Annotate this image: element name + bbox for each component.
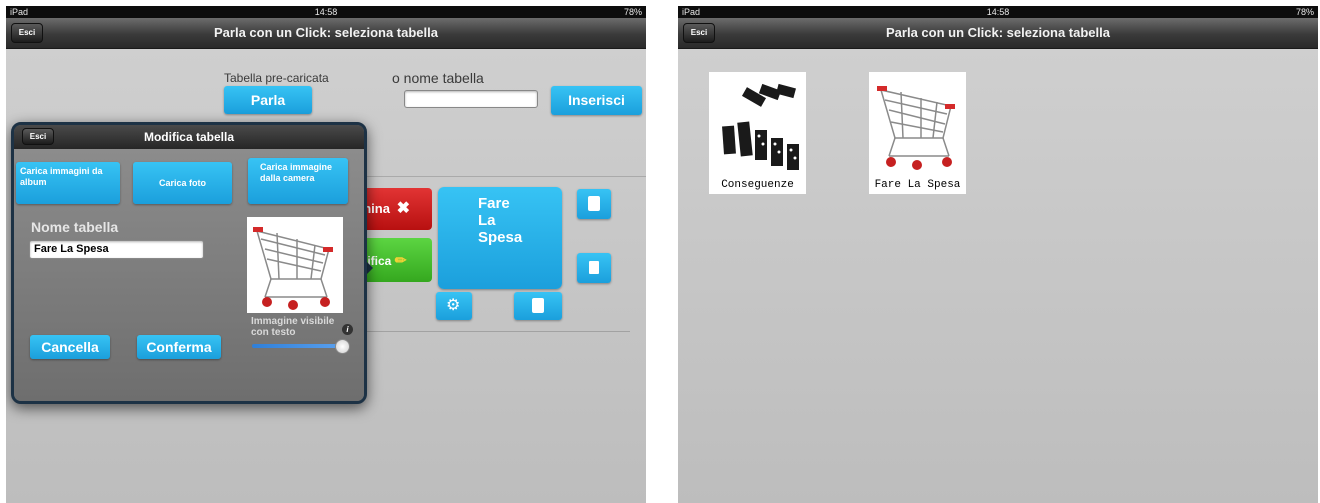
gears-icon: ⚙	[446, 297, 461, 314]
table-name-label: o nome tabella	[392, 70, 484, 86]
table-name-input[interactable]	[404, 90, 538, 108]
table-tile-fare-la-spesa[interactable]: Fare La Spesa	[869, 72, 966, 194]
slider-knob[interactable]	[335, 339, 350, 354]
table-tile-conseguenze[interactable]: Conseguenze	[709, 72, 806, 194]
contact-card-icon	[588, 196, 600, 211]
image-visible-label: Immagine visibile con testo	[251, 316, 335, 338]
person-icon	[532, 298, 544, 313]
load-photo-button[interactable]: Carica foto	[133, 162, 232, 204]
battery-level: 78%	[1295, 7, 1314, 17]
dominoes-icon	[709, 72, 806, 176]
user-card-button[interactable]	[577, 189, 611, 219]
cancel-button[interactable]: Cancella	[30, 335, 110, 359]
tile-label: Conseguenze	[709, 176, 806, 194]
shopping-cart-icon	[877, 86, 955, 170]
table-tile-text: Fare La Spesa	[478, 195, 523, 246]
table-tile-button[interactable]: Fare La Spesa	[438, 187, 562, 289]
image-visible-slider[interactable]	[252, 344, 342, 348]
popup-title: Modifica tabella	[143, 130, 235, 144]
nav-title: Parla con un Click: seleziona tabella	[886, 25, 1110, 40]
popup-body: Carica immagini da album Carica foto Car…	[14, 149, 364, 401]
profile-button[interactable]	[514, 292, 562, 320]
preloaded-table-label: Tabella pre-caricata	[224, 71, 329, 85]
nav-bar: Esci Parla con un Click: seleziona tabel…	[678, 18, 1318, 49]
copy-icon	[589, 261, 599, 274]
clock: 14:58	[986, 7, 1010, 17]
confirm-button[interactable]: Conferma	[137, 335, 221, 359]
divider	[346, 176, 646, 177]
nav-bar: Esci Parla con un Click: seleziona tabel…	[6, 18, 646, 49]
pencil-icon: ✏	[394, 252, 407, 268]
load-camera-button[interactable]: Carica immagine dalla camera	[248, 158, 348, 204]
status-bar: iPad 14:58 78%	[6, 6, 646, 18]
nav-title: Parla con un Click: seleziona tabella	[214, 25, 438, 40]
info-icon[interactable]: i	[342, 324, 353, 335]
popup-header: Esci Modifica tabella	[14, 125, 364, 149]
speak-button[interactable]: Parla	[224, 86, 312, 114]
divider	[336, 331, 630, 332]
clock: 14:58	[314, 7, 338, 17]
table-image-preview[interactable]	[247, 217, 343, 313]
battery-level: 78%	[623, 7, 642, 17]
load-album-button[interactable]: Carica immagini da album	[16, 162, 120, 204]
settings-button[interactable]: ⚙	[436, 292, 472, 320]
close-x-icon: ✖	[396, 200, 410, 217]
shopping-cart-icon	[253, 227, 333, 310]
tile-label: Fare La Spesa	[869, 176, 966, 194]
popup-name-input[interactable]: Fare La Spesa	[29, 240, 204, 259]
popup-name-label: Nome tabella	[31, 219, 119, 235]
status-bar: iPad 14:58 78%	[678, 6, 1318, 18]
edit-table-popup: Esci Modifica tabella Carica immagini da…	[11, 122, 367, 404]
left-screen: iPad 14:58 78% Esci Parla con un Click: …	[6, 6, 646, 503]
right-screen: iPad 14:58 78% Esci Parla con un Click: …	[678, 6, 1318, 503]
copy-button[interactable]	[577, 253, 611, 283]
insert-button[interactable]: Inserisci	[551, 86, 642, 115]
